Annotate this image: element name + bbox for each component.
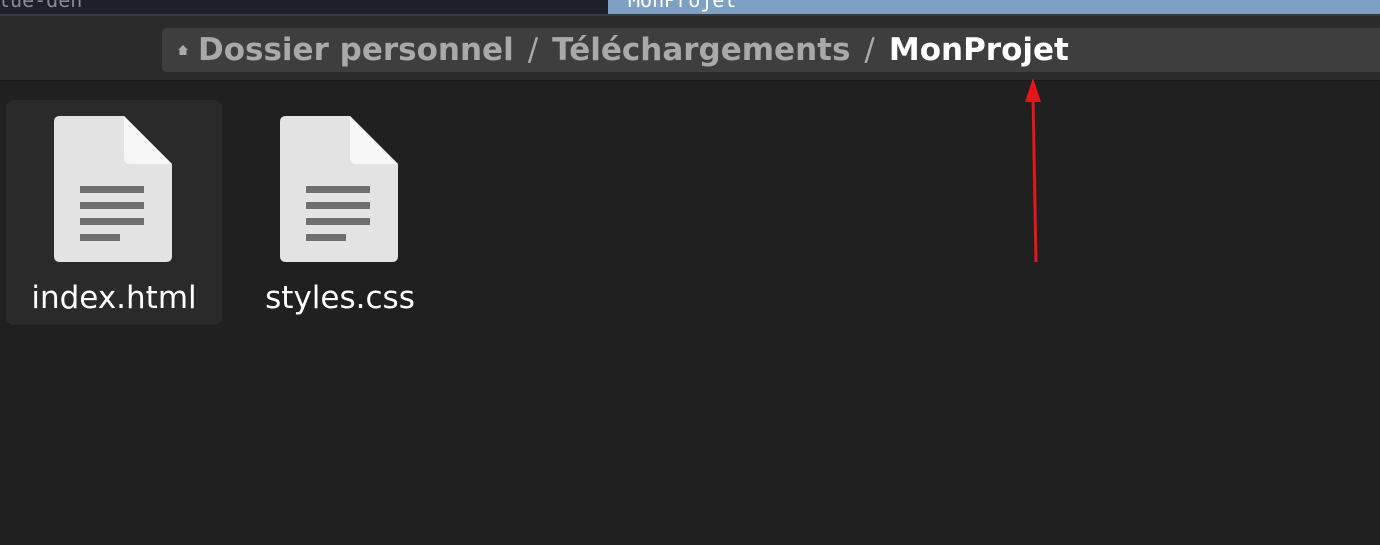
breadcrumb-separator: / [527, 32, 539, 68]
file-item-index-html[interactable]: index.html [6, 100, 222, 325]
window-tab-left-label: lue-den [0, 0, 83, 12]
breadcrumb-item-downloads[interactable]: Téléchargements [552, 32, 850, 68]
top-window-strip: lue-den MonProjet [0, 0, 1380, 16]
file-view[interactable]: index.html styles.css [0, 81, 1380, 545]
window-tab-left[interactable]: lue-den [0, 0, 607, 14]
home-icon[interactable] [176, 43, 190, 57]
breadcrumb-current[interactable]: MonProjet [889, 32, 1069, 68]
window-tab-active[interactable]: MonProjet [608, 0, 1380, 14]
red-arrow-annotation [1025, 78, 1041, 263]
path-bar[interactable]: Dossier personnel / Téléchargements / Mo… [162, 28, 1380, 72]
window-tab-active-label: MonProjet [628, 0, 737, 12]
breadcrumb-item-home[interactable]: Dossier personnel [198, 32, 514, 68]
text-document-icon [280, 116, 398, 262]
header-bar: Dossier personnel / Téléchargements / Mo… [0, 16, 1380, 81]
file-name: index.html [31, 280, 197, 316]
file-name: styles.css [265, 280, 415, 316]
breadcrumb-separator: / [864, 32, 875, 68]
file-item-styles-css[interactable]: styles.css [232, 100, 448, 325]
text-document-icon [54, 116, 172, 262]
